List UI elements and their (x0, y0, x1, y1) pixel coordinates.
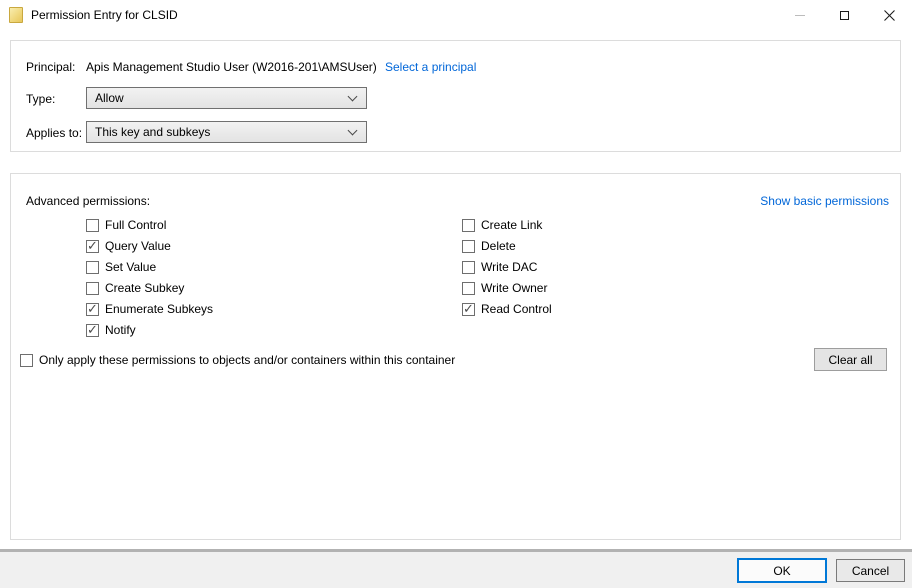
permission-label: Set Value (105, 260, 157, 274)
window-title: Permission Entry for CLSID (31, 8, 178, 22)
permission-checkbox-row[interactable]: Write Owner (462, 280, 552, 296)
permission-entry-dialog: Permission Entry for CLSID Principal: Ap… (0, 0, 912, 588)
checkbox-icon[interactable] (86, 301, 99, 317)
checkbox-icon[interactable] (86, 322, 99, 338)
permission-label: Notify (105, 323, 136, 337)
permission-checkbox-row[interactable]: Create Link (462, 217, 552, 233)
close-button[interactable] (867, 0, 912, 30)
permission-label: Enumerate Subkeys (105, 302, 214, 316)
permission-checkbox-row[interactable]: Notify (86, 322, 213, 338)
select-principal-link[interactable]: Select a principal (385, 60, 476, 74)
checkbox-icon[interactable] (462, 218, 475, 232)
principal-label: Principal: (26, 60, 76, 74)
permission-checkbox-row[interactable]: Full Control (86, 217, 213, 233)
minimize-icon (794, 14, 805, 16)
permission-checkbox-row[interactable]: Set Value (86, 259, 213, 275)
type-selected-value: Allow (95, 91, 124, 105)
registry-key-icon (9, 7, 23, 23)
type-label: Type: (26, 92, 56, 106)
applies-to-select[interactable]: This key and subkeys (86, 121, 367, 143)
title-bar: Permission Entry for CLSID (0, 0, 912, 30)
permission-label: Write Owner (481, 281, 548, 295)
checkbox-icon[interactable] (462, 260, 475, 274)
checkbox-icon[interactable] (20, 353, 33, 367)
checkbox-icon[interactable] (462, 301, 475, 317)
permission-label: Delete (481, 239, 516, 253)
advanced-permissions-header: Advanced permissions: (26, 194, 151, 208)
permission-checkbox-row[interactable]: Create Subkey (86, 280, 213, 296)
maximize-icon (840, 10, 849, 20)
checkbox-icon[interactable] (86, 238, 99, 254)
close-icon (884, 9, 895, 21)
permissions-column-right: Create Link Delete Write DAC Write Owner (462, 217, 552, 322)
applies-to-selected-value: This key and subkeys (95, 125, 211, 139)
permission-checkbox-row[interactable]: Enumerate Subkeys (86, 301, 213, 317)
permissions-column-left: Full Control Query Value Set Value Creat… (86, 217, 213, 343)
chevron-down-icon (347, 91, 358, 101)
ok-button[interactable]: OK (737, 558, 827, 583)
principal-value: Apis Management Studio User (W2016-201\A… (86, 60, 377, 74)
show-basic-permissions-link[interactable]: Show basic permissions (760, 194, 889, 208)
permission-label: Full Control (105, 218, 167, 232)
applies-to-label: Applies to: (26, 126, 83, 140)
permission-label: Create Subkey (105, 281, 185, 295)
checkbox-icon[interactable] (86, 218, 99, 232)
minimize-button (777, 0, 822, 30)
permission-label: Create Link (481, 218, 543, 232)
window-controls (777, 0, 912, 30)
permission-checkbox-row[interactable]: Delete (462, 238, 552, 254)
cancel-button[interactable]: Cancel (836, 559, 905, 582)
checkbox-icon[interactable] (86, 281, 99, 295)
principal-panel: Principal: Apis Management Studio User (… (10, 40, 901, 152)
clear-all-button[interactable]: Clear all (814, 348, 887, 371)
permission-checkbox-row[interactable]: Read Control (462, 301, 552, 317)
checkbox-icon[interactable] (462, 281, 475, 295)
permission-label: Write DAC (481, 260, 538, 274)
checkbox-icon[interactable] (86, 260, 99, 274)
maximize-button[interactable] (822, 0, 867, 30)
checkbox-icon[interactable] (462, 239, 475, 253)
permission-label: Read Control (481, 302, 552, 316)
permission-checkbox-row[interactable]: Write DAC (462, 259, 552, 275)
permission-checkbox-row[interactable]: Query Value (86, 238, 213, 254)
only-apply-checkbox-row[interactable]: Only apply these permissions to objects … (20, 352, 455, 368)
only-apply-label: Only apply these permissions to objects … (39, 353, 456, 367)
permission-label: Query Value (105, 239, 171, 253)
chevron-down-icon (347, 125, 358, 135)
type-select[interactable]: Allow (86, 87, 367, 109)
